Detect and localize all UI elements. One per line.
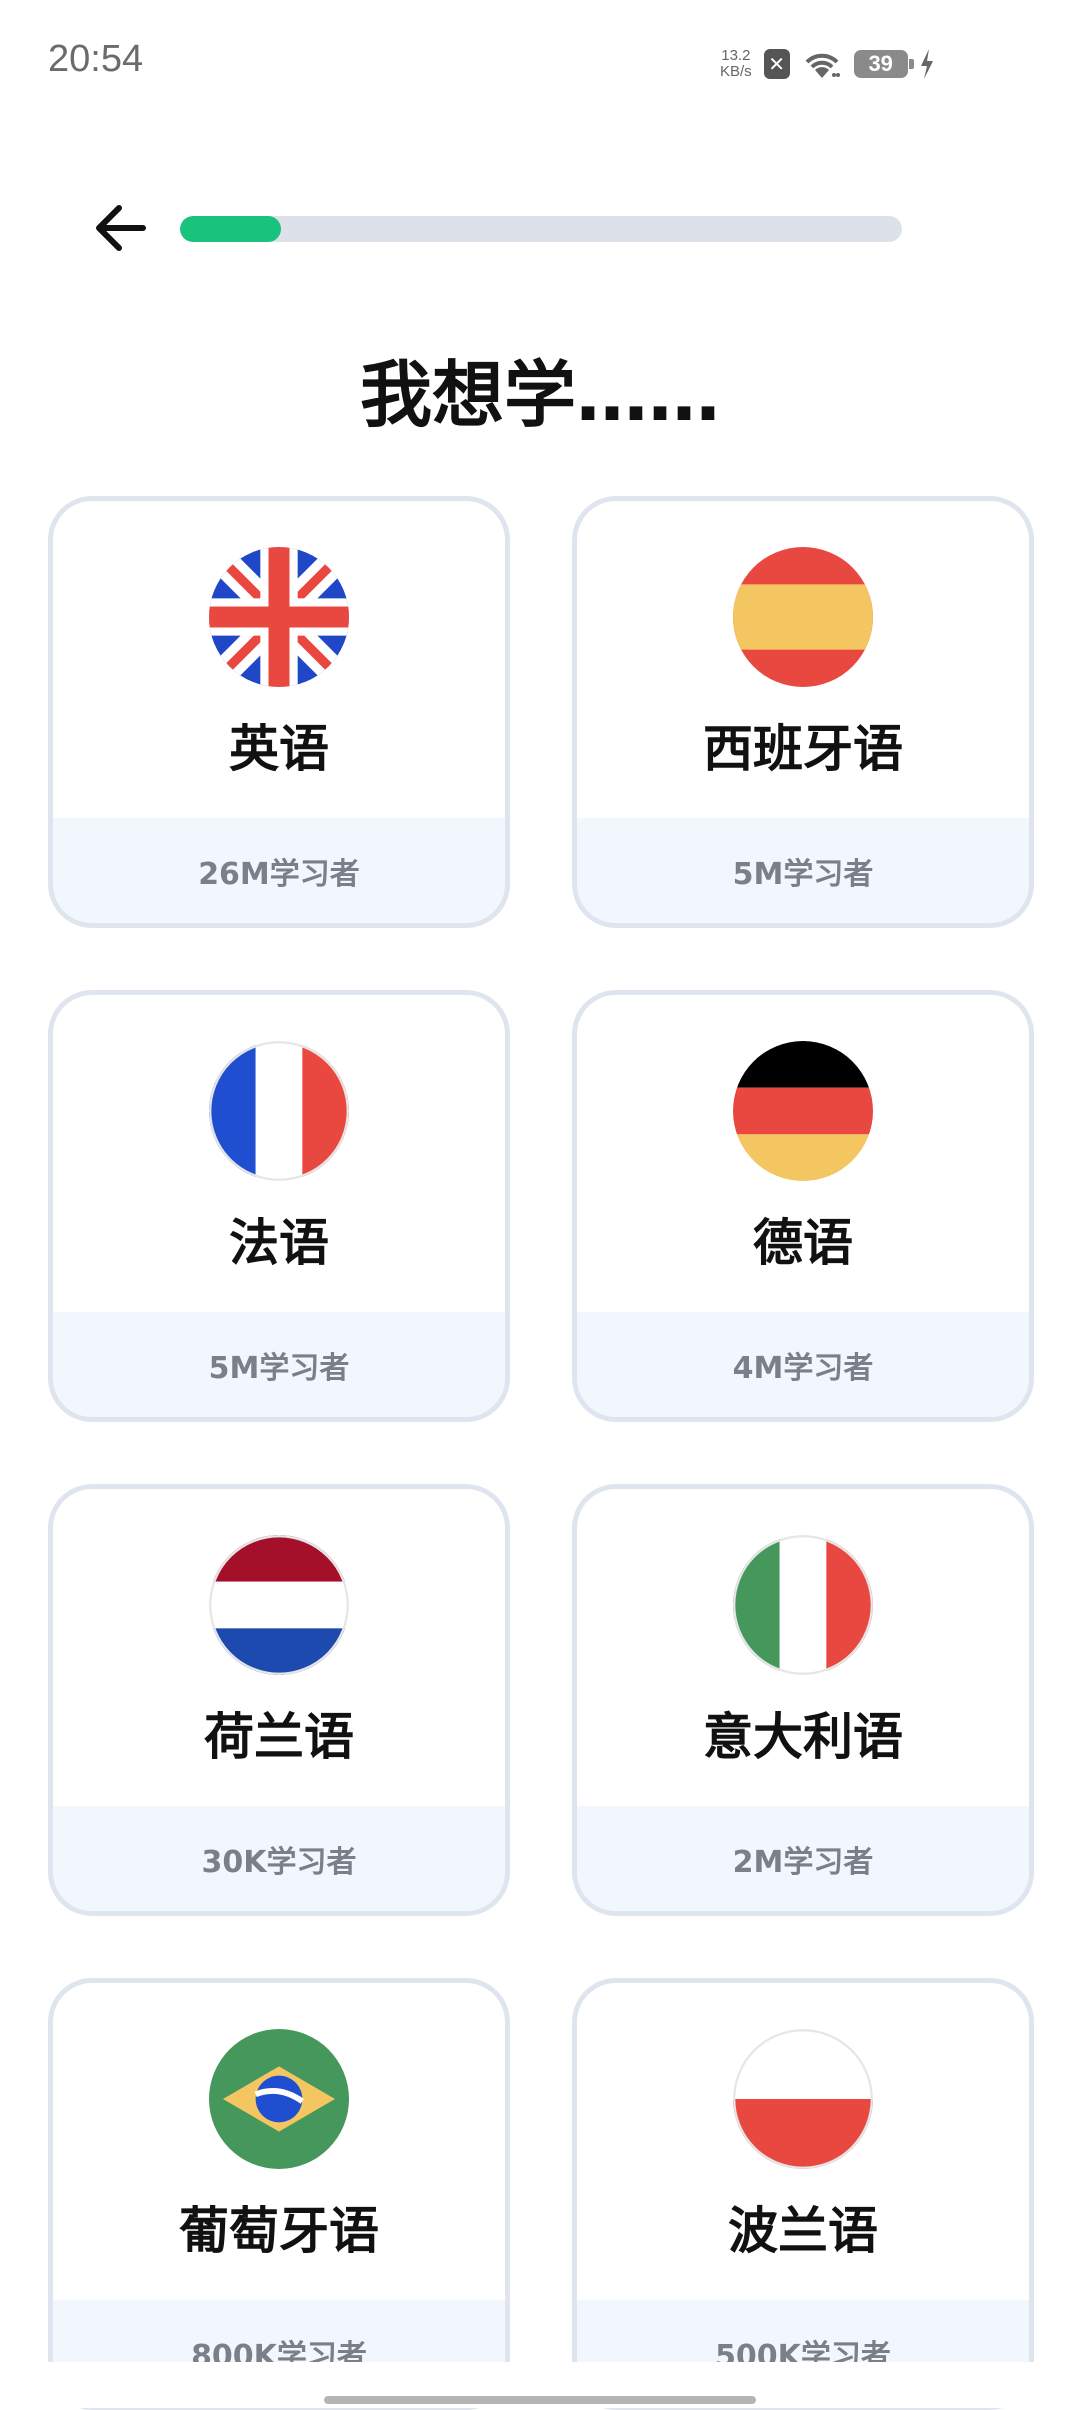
brazil-flag-icon <box>209 2029 349 2169</box>
language-card-italian[interactable]: 意大利语 2M学习者 <box>572 1484 1034 1916</box>
language-card-portuguese[interactable]: 葡萄牙语 800K学习者 <box>48 1978 510 2410</box>
language-name: 意大利语 <box>703 1708 903 1766</box>
language-card-polish[interactable]: 波兰语 500K学习者 <box>572 1978 1034 2410</box>
language-card-english[interactable]: 英语 26M学习者 <box>48 496 510 928</box>
language-card-german[interactable]: 德语 4M学习者 <box>572 990 1034 1422</box>
spain-flag-icon <box>733 547 873 687</box>
learner-count: 4M学习者 <box>577 1312 1029 1417</box>
language-grid: 英语 26M学习者 西班牙语 5M学习者 法语 5M学习者 德语 4M学习者 荷… <box>48 496 1034 2410</box>
language-name: 波兰语 <box>728 2202 878 2260</box>
network-speed: 13.2 KB/s <box>720 47 752 80</box>
language-card-dutch[interactable]: 荷兰语 30K学习者 <box>48 1484 510 1916</box>
language-card-spanish[interactable]: 西班牙语 5M学习者 <box>572 496 1034 928</box>
arrow-left-icon <box>96 205 146 251</box>
status-time: 20:54 <box>48 38 144 80</box>
page-title: 我想学…… <box>359 353 720 437</box>
germany-flag-icon <box>733 1041 873 1181</box>
battery-icon: 39 <box>853 50 914 78</box>
learner-count: 5M学习者 <box>53 1312 505 1417</box>
learner-count: 2M学习者 <box>577 1806 1029 1911</box>
netherlands-flag-icon <box>209 1535 349 1675</box>
language-name: 荷兰语 <box>204 1708 354 1766</box>
italy-flag-icon <box>733 1535 873 1675</box>
learner-count: 26M学习者 <box>53 818 505 923</box>
no-sim-icon: ✕ <box>763 49 790 79</box>
learner-count: 5M学习者 <box>577 818 1029 923</box>
language-name: 德语 <box>753 1214 853 1272</box>
progress-fill <box>180 216 282 242</box>
status-bar: 20:54 13.2 KB/s ✕ 39 <box>0 0 1080 126</box>
charging-icon <box>920 49 933 79</box>
poland-flag-icon <box>733 2029 873 2169</box>
language-card-french[interactable]: 法语 5M学习者 <box>48 990 510 1422</box>
france-flag-icon <box>209 1041 349 1181</box>
progress-bar <box>180 216 902 242</box>
status-icons: 13.2 KB/s ✕ 39 <box>720 44 934 84</box>
uk-flag-icon <box>209 547 349 687</box>
wifi-icon <box>805 53 840 78</box>
language-name: 葡萄牙语 <box>179 2202 379 2260</box>
language-name: 法语 <box>229 1214 329 1272</box>
gesture-nav-handle[interactable] <box>324 2396 756 2404</box>
back-button[interactable] <box>88 196 152 260</box>
learner-count: 30K学习者 <box>53 1806 505 1911</box>
language-name: 英语 <box>229 720 329 778</box>
language-name: 西班牙语 <box>703 720 903 778</box>
